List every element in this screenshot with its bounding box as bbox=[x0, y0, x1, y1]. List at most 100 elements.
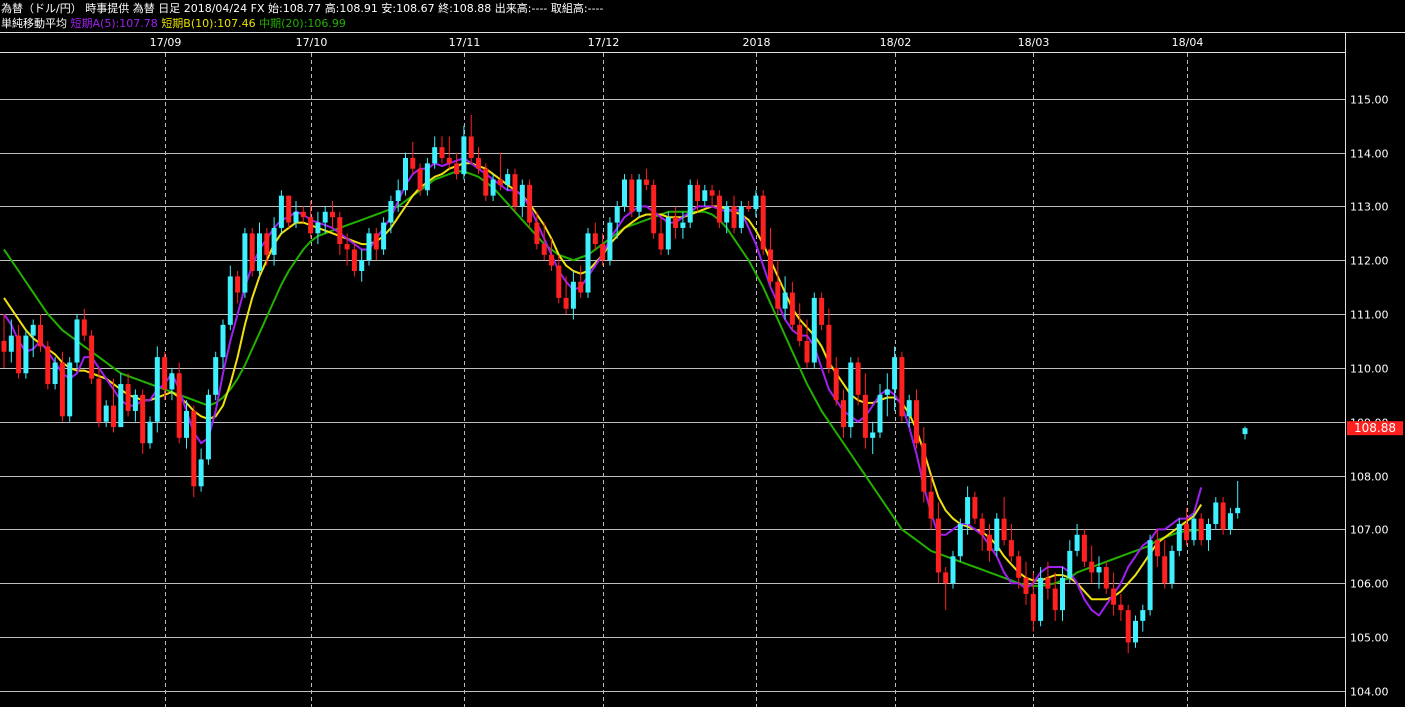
candle-body bbox=[220, 324, 226, 358]
candle-body bbox=[330, 211, 335, 218]
ma-short-b-line bbox=[3, 162, 1203, 601]
candle-body bbox=[775, 281, 781, 309]
candle-body bbox=[257, 233, 262, 271]
candle-body bbox=[184, 410, 189, 438]
candle-body bbox=[446, 157, 452, 164]
candle-body bbox=[286, 195, 292, 223]
candle-body bbox=[709, 190, 715, 196]
x-tick-label: 18/02 bbox=[880, 36, 912, 49]
candle-body bbox=[651, 184, 657, 234]
candle-body bbox=[271, 227, 277, 255]
candle-body bbox=[30, 324, 36, 336]
candle-body bbox=[1052, 588, 1058, 611]
candle-body bbox=[636, 179, 642, 212]
candle-body bbox=[1060, 577, 1065, 611]
candle-body bbox=[1206, 523, 1211, 541]
candle-body bbox=[454, 163, 460, 175]
candle-body bbox=[468, 136, 474, 158]
candle-body bbox=[67, 362, 73, 417]
candle-body bbox=[519, 184, 525, 207]
candle-body bbox=[600, 244, 606, 261]
candle-body bbox=[629, 179, 635, 212]
candle-body bbox=[16, 335, 22, 374]
candle-body bbox=[811, 297, 817, 363]
candle-body bbox=[906, 400, 912, 417]
candle-body bbox=[45, 346, 51, 385]
candle-body bbox=[213, 357, 219, 395]
y-tick-label: 105.00 bbox=[1350, 632, 1389, 645]
y-tick-label: 113.00 bbox=[1350, 201, 1389, 214]
candle-body bbox=[702, 190, 708, 202]
x-tick-label: 17/10 bbox=[296, 36, 328, 49]
candle-body bbox=[848, 362, 854, 428]
candle-body bbox=[950, 556, 956, 584]
candle-body bbox=[899, 357, 905, 417]
candle-body bbox=[315, 222, 321, 234]
candle-body bbox=[1140, 610, 1146, 621]
candle-body bbox=[439, 147, 445, 158]
candle-body bbox=[884, 389, 890, 395]
candle-body bbox=[1045, 577, 1051, 589]
candle-body bbox=[870, 432, 876, 438]
candle-body bbox=[643, 179, 649, 185]
candle-body bbox=[1227, 513, 1233, 530]
candle-body bbox=[293, 211, 299, 223]
candle-body bbox=[59, 362, 65, 417]
y-tick-label: 107.00 bbox=[1350, 524, 1389, 537]
candle-body bbox=[227, 276, 233, 325]
candle-body bbox=[1038, 577, 1044, 621]
candle-body bbox=[1023, 577, 1029, 594]
candle-body bbox=[921, 443, 927, 492]
candle-body bbox=[351, 249, 357, 271]
candle-body bbox=[819, 297, 825, 325]
y-tick-label: 112.00 bbox=[1350, 255, 1389, 268]
candle-body bbox=[585, 233, 591, 293]
candle-body bbox=[687, 184, 693, 223]
y-tick-label: 114.00 bbox=[1350, 148, 1389, 161]
candle-body bbox=[132, 394, 138, 411]
candle-body bbox=[914, 400, 919, 444]
candle-body bbox=[622, 179, 627, 207]
candle-body bbox=[797, 324, 803, 341]
candle-body bbox=[176, 373, 182, 438]
candle-body bbox=[140, 394, 146, 444]
candle-body bbox=[381, 222, 387, 250]
candle-body bbox=[417, 168, 423, 191]
candle-body bbox=[461, 136, 467, 175]
candle-body bbox=[578, 281, 584, 293]
candle-body bbox=[614, 206, 620, 223]
candle-body bbox=[716, 195, 722, 223]
candle-body bbox=[789, 292, 795, 325]
candle-body bbox=[38, 324, 43, 347]
candle-body bbox=[264, 233, 270, 255]
candle-body bbox=[1133, 620, 1138, 643]
candle-body bbox=[570, 281, 576, 309]
candle-body bbox=[673, 217, 679, 228]
x-tick-label: 17/09 bbox=[150, 36, 182, 49]
x-tick-label: 17/12 bbox=[588, 36, 620, 49]
candle-body bbox=[337, 217, 343, 245]
candle-body bbox=[892, 357, 898, 390]
candle-body bbox=[1111, 588, 1117, 605]
candle-body bbox=[249, 233, 255, 271]
candle-body bbox=[359, 260, 365, 271]
candle-body bbox=[373, 233, 379, 250]
candle-body bbox=[534, 222, 540, 245]
candles-group bbox=[1, 114, 1248, 654]
candle-body bbox=[198, 459, 204, 487]
y-tick-label: 108.00 bbox=[1350, 471, 1389, 484]
candle-body bbox=[483, 168, 489, 196]
candle-body bbox=[490, 179, 496, 196]
candle-body bbox=[74, 319, 80, 363]
candle-body bbox=[1089, 561, 1095, 573]
candle-body bbox=[957, 523, 963, 557]
candle-body bbox=[804, 340, 810, 363]
candle-body bbox=[841, 400, 846, 428]
candle-body bbox=[424, 163, 430, 191]
candle-body bbox=[308, 217, 314, 234]
candle-body bbox=[987, 534, 992, 551]
candle-body bbox=[103, 405, 109, 422]
candle-body bbox=[680, 222, 686, 228]
candle-body bbox=[395, 190, 401, 202]
candlestick-chart: 115.00114.00113.00112.00111.00110.00109.… bbox=[0, 32, 1405, 707]
